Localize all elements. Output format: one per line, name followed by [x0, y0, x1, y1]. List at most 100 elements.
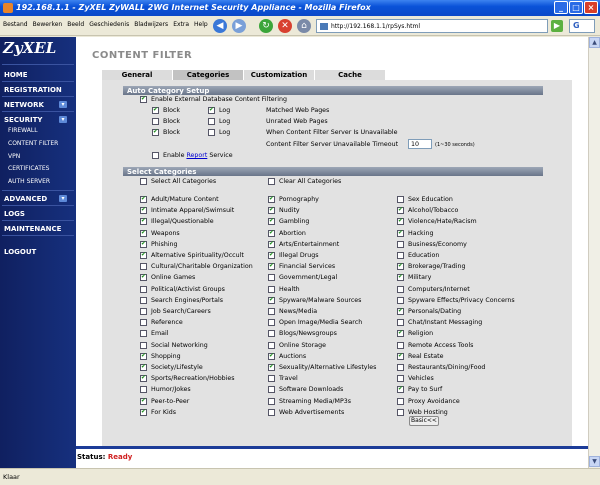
category-checkbox[interactable] [268, 341, 275, 349]
stop-icon[interactable]: ✕ [278, 19, 292, 33]
category-checkbox[interactable] [268, 408, 275, 416]
category-checkbox[interactable] [397, 319, 404, 327]
category-checkbox[interactable] [268, 308, 275, 315]
advanced-expand-icon[interactable]: ▾ [59, 195, 67, 202]
back-icon[interactable]: ◀ [213, 19, 227, 33]
minimize-button[interactable]: _ [554, 1, 568, 14]
menu-item[interactable]: Geschiedenis [89, 21, 129, 28]
menu-item[interactable]: Extra [173, 21, 189, 28]
menu-item[interactable]: Beeld [67, 21, 84, 28]
close-button[interactable]: × [584, 1, 598, 14]
block-checkbox[interactable] [152, 118, 159, 125]
sidebar-item-logout[interactable]: LOGOUT [4, 248, 36, 256]
log-checkbox[interactable] [208, 106, 215, 114]
category-checkbox[interactable] [397, 307, 404, 315]
category-checkbox[interactable] [140, 363, 147, 371]
category-checkbox[interactable] [397, 329, 404, 338]
category-checkbox[interactable] [140, 374, 147, 383]
category-checkbox[interactable] [268, 274, 275, 282]
enable-external-db-checkbox[interactable] [140, 95, 147, 103]
scroll-up-icon[interactable]: ▲ [589, 37, 600, 48]
url-bar[interactable]: http://192.168.1.1/rpSys.html [316, 19, 548, 33]
category-checkbox[interactable] [397, 262, 404, 271]
menu-item[interactable]: Help [194, 21, 208, 28]
tab-customization[interactable]: Customization [244, 70, 314, 80]
category-checkbox[interactable] [397, 397, 404, 405]
category-checkbox[interactable] [140, 341, 147, 349]
category-checkbox[interactable] [140, 273, 147, 282]
category-checkbox[interactable] [397, 385, 404, 394]
timeout-input[interactable]: 10 [408, 139, 432, 149]
category-checkbox[interactable] [268, 352, 275, 360]
category-checkbox[interactable] [140, 308, 147, 315]
category-checkbox[interactable] [140, 397, 147, 405]
category-checkbox[interactable] [268, 217, 275, 226]
page-scrollbar[interactable]: ▲ ▼ [588, 37, 600, 468]
category-checkbox[interactable] [140, 408, 147, 416]
category-checkbox[interactable] [140, 285, 147, 293]
category-checkbox[interactable] [268, 363, 275, 371]
category-checkbox[interactable] [140, 386, 147, 394]
category-checkbox[interactable] [268, 319, 275, 327]
category-checkbox[interactable] [268, 195, 275, 203]
category-checkbox[interactable] [397, 240, 404, 248]
category-checkbox[interactable] [268, 375, 275, 383]
category-checkbox[interactable] [397, 296, 404, 304]
go-icon[interactable]: ▶ [551, 20, 563, 32]
category-checkbox[interactable] [397, 196, 404, 203]
category-checkbox[interactable] [397, 375, 404, 383]
sidebar-item-firewall[interactable]: FIREWALL [8, 127, 38, 134]
category-checkbox[interactable] [140, 319, 147, 327]
category-checkbox[interactable] [268, 240, 275, 248]
category-checkbox[interactable] [397, 341, 404, 349]
category-checkbox[interactable] [140, 330, 147, 338]
network-expand-icon[interactable]: ▾ [59, 101, 67, 108]
log-checkbox[interactable] [208, 129, 215, 136]
report-service-checkbox[interactable] [152, 152, 159, 159]
category-checkbox[interactable] [140, 229, 147, 237]
category-checkbox[interactable] [397, 206, 404, 215]
menu-item[interactable]: Bestand [3, 21, 28, 28]
security-expand-icon[interactable]: ▾ [59, 116, 67, 123]
category-checkbox[interactable] [397, 364, 404, 371]
menu-item[interactable]: Bladwijzers [134, 21, 168, 28]
category-checkbox[interactable] [268, 206, 275, 215]
category-checkbox[interactable] [268, 330, 275, 338]
reload-icon[interactable]: ↻ [259, 19, 273, 33]
sidebar-item-auth-server[interactable]: AUTH SERVER [8, 178, 50, 185]
category-checkbox[interactable] [140, 263, 147, 271]
category-checkbox[interactable] [140, 217, 147, 226]
clear-all-checkbox[interactable] [268, 178, 275, 185]
block-checkbox[interactable] [152, 106, 159, 114]
category-checkbox[interactable] [140, 195, 147, 203]
category-checkbox[interactable] [268, 262, 275, 271]
category-checkbox[interactable] [140, 296, 147, 304]
log-checkbox[interactable] [208, 118, 215, 125]
category-checkbox[interactable] [140, 206, 147, 215]
category-checkbox[interactable] [268, 285, 275, 293]
home-icon[interactable]: ⌂ [297, 19, 311, 33]
category-checkbox[interactable] [397, 273, 404, 282]
sidebar-item-vpn[interactable]: VPN [8, 153, 20, 160]
category-checkbox[interactable] [268, 397, 275, 405]
sidebar-item-certificates[interactable]: CERTIFICATES [8, 165, 49, 172]
search-engine-icon[interactable]: G [569, 19, 595, 33]
category-checkbox[interactable] [268, 386, 275, 394]
category-checkbox[interactable] [397, 352, 404, 360]
category-checkbox[interactable] [397, 217, 404, 226]
sidebar-item-maintenance[interactable]: MAINTENANCE [4, 225, 61, 233]
select-all-checkbox[interactable] [140, 178, 147, 185]
tab-general[interactable]: General [102, 70, 172, 80]
sidebar-item-network[interactable]: NETWORK [4, 101, 44, 109]
menu-item[interactable]: Bewerken [33, 21, 63, 28]
block-checkbox[interactable] [152, 128, 159, 136]
category-checkbox[interactable] [397, 229, 404, 237]
category-checkbox[interactable] [268, 229, 275, 237]
maximize-button[interactable]: □ [569, 1, 583, 14]
sidebar-item-content-filter[interactable]: CONTENT FILTER [8, 140, 58, 147]
category-checkbox[interactable] [268, 296, 275, 304]
category-checkbox[interactable] [140, 251, 147, 259]
sidebar-item-logs[interactable]: LOGS [4, 210, 25, 218]
tab-categories[interactable]: Categories [173, 70, 243, 80]
category-checkbox[interactable] [397, 252, 404, 259]
